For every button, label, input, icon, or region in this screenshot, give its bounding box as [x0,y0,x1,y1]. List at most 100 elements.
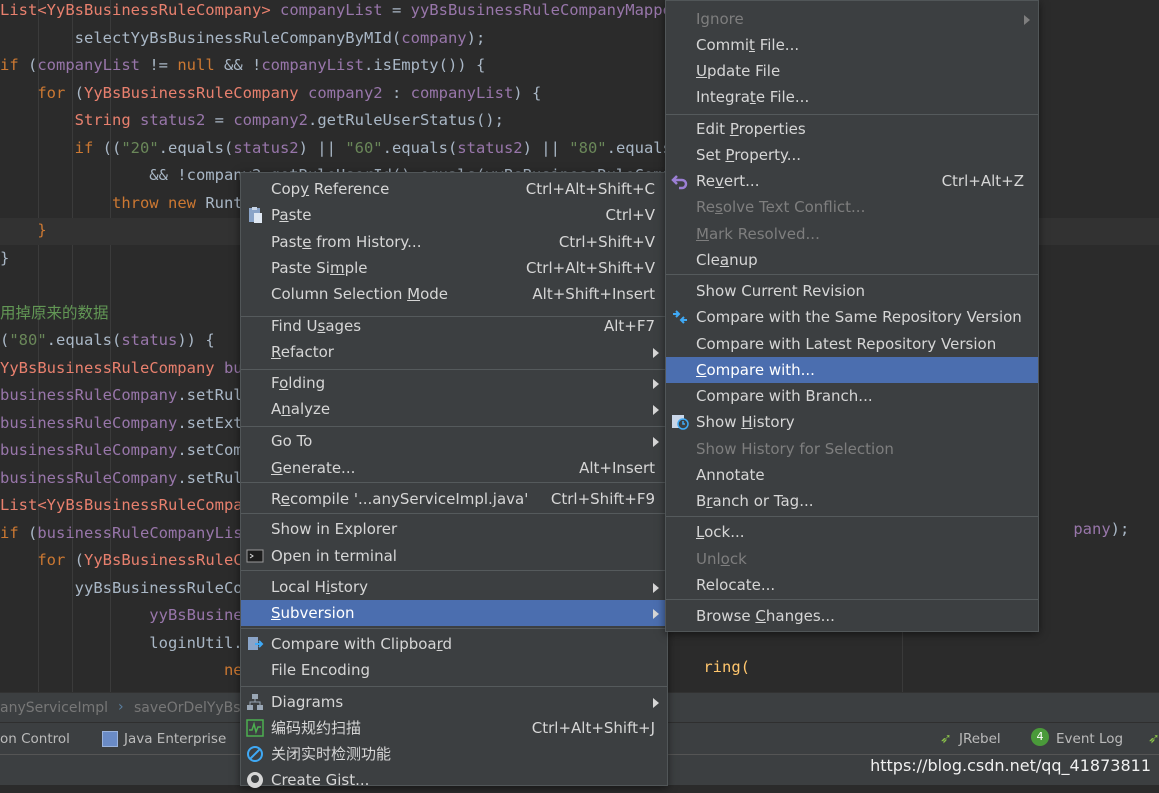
menu-item-show-history[interactable]: Show History [666,409,1038,435]
menu-item-recompile-anyserviceimpl-java[interactable]: Recompile '...anyServiceImpl.java' Ctrl+S… [241,486,667,512]
code-token: status2 [457,138,523,157]
menu-item-compare-with-branch[interactable]: Compare with Branch... [666,383,1038,409]
breadcrumb-item-class[interactable]: anyServiceImpl [0,700,108,716]
jrebel-icon: ➶ [940,731,952,747]
menu-item-resolve-text-conflict[interactable]: Resolve Text Conflict... [666,194,1038,220]
menu-item-commit-file[interactable]: Commit File... [666,32,1038,58]
menu-item-shortcut: Ctrl+Alt+Shift+V [525,259,655,277]
java-enterprise-icon [102,731,118,747]
code-token: businessRuleCompany [0,441,178,459]
code-token: companyList [410,83,514,102]
menu-item-branch-or-tag[interactable]: Branch or Tag... [666,488,1038,514]
code-token: businessRuleCompany [0,468,178,487]
menu-item-open-in-terminal[interactable]: Open in terminal [241,543,667,569]
menu-item-edit-properties[interactable]: Edit Properties [666,116,1038,142]
tool-java-enterprise[interactable]: Java Enterprise [124,731,226,747]
menu-item-analyze[interactable]: Analyze [241,396,667,422]
menu-item-local-history[interactable]: Local History [241,574,667,600]
code-token: && ! [214,56,262,74]
compare-clipboard-icon [248,637,264,650]
tool-version-control[interactable]: on Control [0,731,70,747]
menu-item-cleanup[interactable]: Cleanup [666,247,1038,273]
code-token: 用掉原来的数据 [0,303,109,322]
menu-item-label: Generate... [271,459,356,477]
menu-item-ignore[interactable]: Ignore [666,6,1038,32]
menu-item-browse-changes[interactable]: Browse Changes... [666,603,1038,629]
code-token: yyBsBusinessRuleCom [0,578,252,597]
code-token: YyBsBusinessRuleCompar [46,496,252,514]
menu-item-compare-with-latest-repository-version[interactable]: Compare with Latest Repository Version [666,331,1038,357]
menu-item-lock[interactable]: Lock... [666,519,1038,545]
menu-item-paste-simple[interactable]: Paste Simple Ctrl+Alt+Shift+V [241,255,667,281]
history-icon [672,415,689,430]
menu-item-file-encoding[interactable]: File Encoding [241,657,667,683]
code-token: yyBsBusinessRuleCompanyMapper. [410,1,691,19]
breadcrumb-item-method[interactable]: saveOrDelYyBs [134,700,241,716]
menu-item-label: Integrate File... [696,88,810,106]
code-token: if [0,523,19,542]
menu-item-copy-reference[interactable]: Copy Reference Ctrl+Alt+Shift+C [241,176,667,202]
code-token: if [0,138,94,157]
menu-item-paste[interactable]: Paste Ctrl+V [241,202,667,228]
menu-item-diagrams[interactable]: Diagrams [241,689,667,715]
code-token: String [0,111,131,129]
menu-item-item-19[interactable]: 编码规约扫描 Ctrl+Alt+Shift+J [241,715,667,741]
code-token: throw [0,193,159,212]
menu-separator [241,426,667,427]
menu-item-label: Revert... [696,172,760,190]
menu-item-compare-with-the-same-repository-version[interactable]: Compare with the Same Repository Version [666,304,1038,330]
menu-item-set-property[interactable]: Set Property... [666,142,1038,168]
code-token: } [0,248,10,267]
editor-context-menu: Copy Reference Ctrl+Alt+Shift+C Paste Ctrl+… [240,172,668,789]
code-token: YyBsBusinessRuleCo [84,551,252,569]
menu-item-update-file[interactable]: Update File [666,58,1038,84]
code-token: YyBsBusinessRuleCompany [0,358,215,377]
menu-separator [241,628,667,629]
menu-item-integrate-file[interactable]: Integrate File... [666,84,1038,110]
menu-item-revert[interactable]: Revert... Ctrl+Alt+Z [666,168,1038,194]
code-token: "80" [9,331,47,349]
menu-item-refactor[interactable]: Refactor [241,339,667,365]
menu-item-label: Paste from History... [271,233,422,251]
code-token: .getRuleUserStatus(); [307,111,504,129]
menu-item-shortcut: Ctrl+Shift+V [558,233,655,251]
menu-item-column-selection-mode[interactable]: Column Selection Mode Alt+Shift+Insert [241,281,667,307]
menu-item-label: Folding [271,374,326,392]
menu-item-label: Copy Reference [271,180,390,198]
menu-item-go-to[interactable]: Go To [241,428,667,454]
menu-item-mark-resolved[interactable]: Mark Resolved... [666,221,1038,247]
menu-item-create-gist[interactable]: Create Gist... [241,767,667,793]
tool-event-log[interactable]: Event Log [1056,731,1123,747]
menu-item-folding[interactable]: Folding [241,370,667,396]
menu-item-unlock[interactable]: Unlock [666,546,1038,572]
tool-jrebel[interactable]: JRebel [959,731,1001,747]
code-token: (( [93,138,122,157]
chevron-right-icon: › [118,699,124,715]
code-token: .equals( [382,138,458,157]
menu-item-compare-with-clipboard[interactable]: Compare with Clipboard [241,631,667,657]
menu-item-compare-with[interactable]: Compare with... [666,357,1038,383]
menu-item-label: Diagrams [271,693,344,711]
code-token: ( [18,56,38,74]
menu-item-paste-from-history[interactable]: Paste from History... Ctrl+Shift+V [241,229,667,255]
code-token: businessRuleCompany [0,386,178,404]
menu-item-annotate[interactable]: Annotate [666,462,1038,488]
menu-item-label: Show History [696,413,795,431]
menu-item-find-usages[interactable]: Find Usages Alt+F7 [241,313,667,339]
menu-item-shortcut: Ctrl+Shift+F9 [550,490,655,508]
menu-item-show-history-for-selection[interactable]: Show History for Selection [666,436,1038,462]
menu-item-show-current-revision[interactable]: Show Current Revision [666,278,1038,304]
code-token: "20" [121,138,159,157]
menu-item-generate[interactable]: Generate... Alt+Insert [241,455,667,481]
menu-item-relocate[interactable]: Relocate... [666,572,1038,598]
code-token: company2 [307,83,383,102]
code-fragment: ring( [703,658,750,676]
code-token: ( [65,83,84,102]
menu-item-label: Analyze [271,400,331,418]
menu-item-item-20[interactable]: 关闭实时检测功能 [241,741,667,767]
event-count-badge: 4 [1031,728,1049,746]
menu-item-subversion[interactable]: Subversion [241,600,667,626]
submenu-arrow-icon [653,609,659,619]
menu-item-show-in-explorer[interactable]: Show in Explorer [241,516,667,542]
